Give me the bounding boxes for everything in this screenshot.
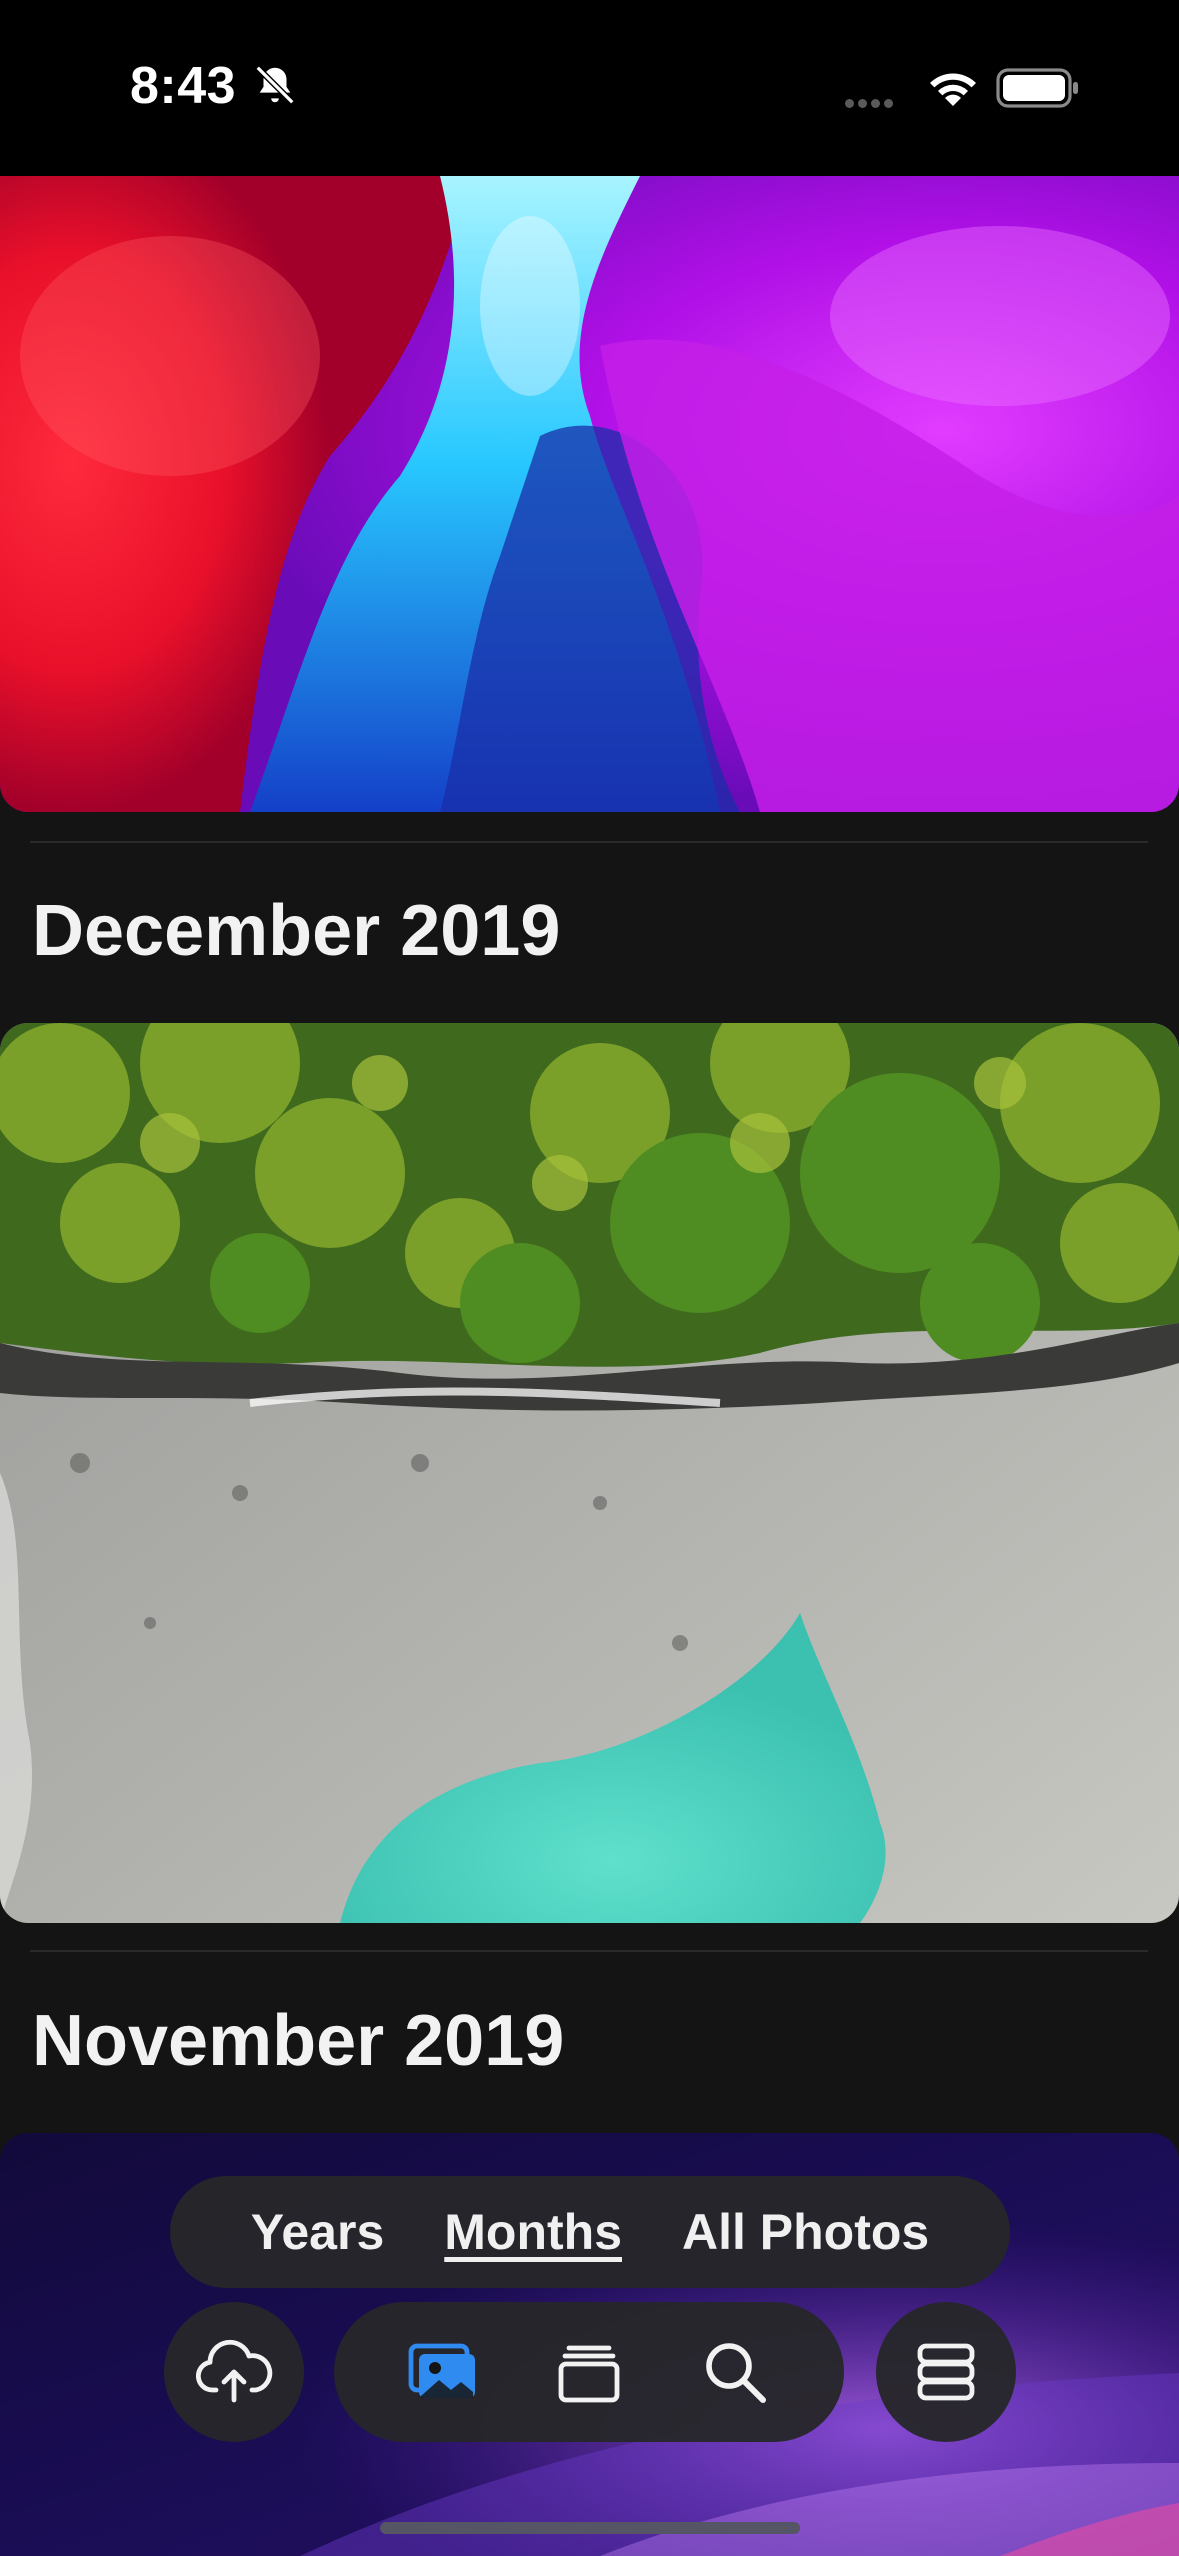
tab-photos[interactable] (395, 2324, 491, 2420)
status-time: 8:43 (130, 57, 237, 115)
server-stack-icon (917, 2343, 975, 2401)
section-divider (30, 1950, 1148, 1952)
palm-beach-aerial-photo[interactable] (0, 1023, 1179, 1923)
section-divider (30, 841, 1148, 843)
view-option-all-photos[interactable]: All Photos (682, 2203, 929, 2261)
status-bar: 8:43 (0, 0, 1179, 176)
search-icon (706, 2343, 766, 2403)
photos-icon (408, 2343, 475, 2398)
battery-icon (996, 68, 1078, 108)
month-header: December 2019 (32, 891, 561, 971)
bell-slash-icon (255, 65, 295, 105)
upload-button[interactable] (164, 2302, 304, 2442)
cellular-signal-icon (845, 95, 897, 113)
cloud-upload-icon (195, 2339, 273, 2403)
view-option-months[interactable]: Months (444, 2203, 622, 2261)
photos-screen: 8:43 December 2019 November 2019 Years M… (0, 0, 1179, 2556)
home-indicator (380, 2522, 800, 2534)
wifi-icon (930, 73, 976, 106)
month-header: November 2019 (32, 2001, 565, 2081)
tab-bar (0, 2302, 1179, 2442)
view-option-years[interactable]: Years (251, 2203, 384, 2261)
albums-icon (558, 2345, 620, 2403)
tab-search[interactable] (687, 2324, 783, 2420)
menu-button[interactable] (876, 2302, 1016, 2442)
view-mode-switcher: Years Months All Photos (170, 2176, 1010, 2288)
main-tabs (334, 2302, 844, 2442)
red-purple-abstract-photo[interactable] (0, 176, 1179, 812)
tab-albums[interactable] (541, 2324, 637, 2420)
